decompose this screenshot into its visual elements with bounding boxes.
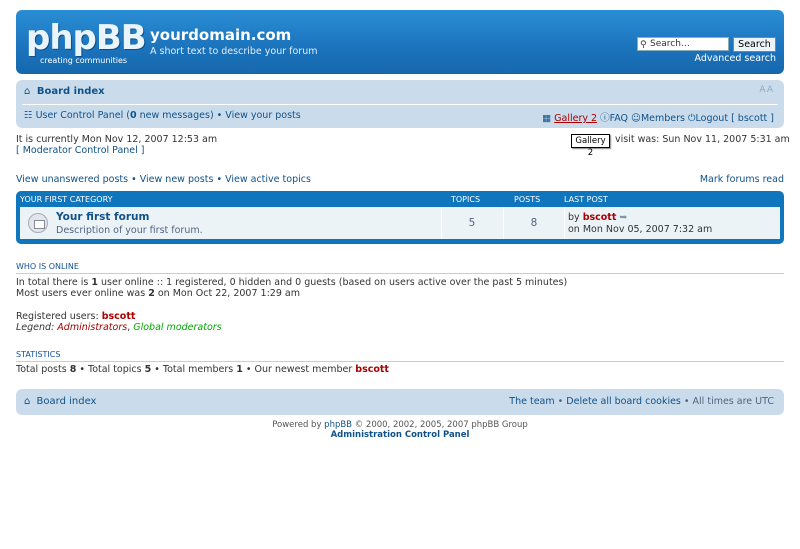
total-posts-label: Total posts (16, 364, 67, 375)
site-title: yourdomain.com (150, 26, 292, 44)
ucp-link[interactable]: User Control Panel (36, 110, 124, 121)
topics-cell: 5 (441, 207, 503, 239)
timezone-info: All times are UTC (692, 396, 774, 407)
search-placeholder: Search… (650, 39, 690, 49)
forum-category-table: Your first category Topics Posts Last po… (16, 191, 784, 244)
breadcrumb-board-index[interactable]: Board index (37, 86, 105, 97)
newest-member-link[interactable]: bscott (355, 364, 389, 375)
registered-users-line: Registered users: bscott (16, 311, 135, 322)
last-post-by-label: by (568, 212, 580, 223)
statistics-heading: Statistics (16, 350, 784, 362)
members-icon: ☺ (631, 113, 641, 124)
phpbb-logo[interactable]: phpBB creating communities (26, 18, 147, 68)
gallery-icon: ▦ (542, 113, 552, 124)
moderator-control-panel-link[interactable]: [ Moderator Control Panel ] (16, 145, 145, 156)
posts-count: 8 (530, 217, 538, 229)
faq-link[interactable]: FAQ (610, 113, 628, 124)
last-post-author-link[interactable]: bscott (583, 212, 617, 223)
registered-user-link[interactable]: bscott (102, 311, 136, 322)
current-time: It is currently Mon Nov 12, 2007 12:53 a… (16, 134, 218, 145)
logout-icon: ⏻ (688, 113, 696, 124)
online-users-line: In total there is 1 user online :: 1 reg… (16, 277, 567, 288)
the-team-link[interactable]: The team (509, 396, 554, 407)
registered-users-label: Registered users: (16, 311, 99, 322)
powered-by-label: Powered by (272, 420, 322, 430)
active-topics-link[interactable]: View active topics (225, 174, 311, 185)
new-messages-label[interactable]: new messages (140, 110, 210, 121)
home-icon: ⌂ (24, 396, 31, 407)
forum-title-link[interactable]: Your first forum (56, 211, 149, 223)
last-post-column-header: Last post (564, 195, 608, 204)
online-line1-a: In total there is (16, 277, 89, 288)
last-post-author-line: by bscott ➥ (568, 212, 627, 223)
total-topics-label: Total topics (88, 364, 142, 375)
home-icon: ⌂ (24, 86, 31, 97)
search-icon: ⚲ (640, 40, 647, 50)
view-latest-post-icon[interactable]: ➥ (619, 212, 627, 223)
total-members-value: 1 (236, 364, 243, 375)
total-topics-value: 5 (144, 364, 152, 375)
logo-subtext: creating communities (40, 56, 128, 65)
online-line1-b: user online :: 1 registered, 0 hidden an… (101, 277, 568, 288)
most-users-line: Most users ever online was 2 on Mon Oct … (16, 288, 300, 299)
legend-global-moderators[interactable]: Global moderators (133, 322, 221, 333)
powered-by-line: Powered by phpBB © 2000, 2002, 2005, 200… (0, 420, 800, 430)
view-your-posts-link[interactable]: View your posts (225, 110, 300, 121)
mark-forums-read-link[interactable]: Mark forums read (700, 174, 784, 185)
forum-read-icon (28, 213, 48, 233)
new-messages-count[interactable]: 0 (130, 110, 137, 121)
new-posts-link[interactable]: View new posts (140, 174, 214, 185)
topics-count: 5 (468, 217, 476, 229)
last-post-date: on Mon Nov 05, 2007 7:32 am (568, 224, 713, 235)
forum-description: Description of your first forum. (56, 225, 203, 236)
footer-board-index-link[interactable]: Board index (37, 396, 97, 407)
forum-row: Your first forum Description of your fir… (20, 207, 780, 239)
gallery-link[interactable]: Gallery 2 (554, 113, 597, 124)
last-visit: visit was: Sun Nov 11, 2007 5:31 am (615, 134, 790, 145)
quick-links: View unanswered posts • View new posts •… (16, 174, 311, 185)
acp-line: Administration Control Panel (0, 430, 800, 440)
online-line2-a: Most users ever online was (16, 288, 146, 299)
navbar: ⌂ Board index AA ☷ User Control Panel (0… (16, 80, 784, 128)
total-posts-value: 8 (69, 364, 77, 375)
administration-control-panel-link[interactable]: Administration Control Panel (331, 430, 470, 440)
phpbb-link[interactable]: phpBB (324, 420, 352, 430)
posts-cell: 8 (503, 207, 564, 239)
ucp-icon: ☷ (24, 110, 33, 121)
statistics-line: Total posts 8 • Total topics 5 • Total m… (16, 364, 389, 375)
legend-label: Legend: (16, 322, 55, 333)
posts-column-header: Posts (514, 195, 541, 204)
most-users-count: 2 (148, 288, 155, 299)
advanced-search-link[interactable]: Advanced search (694, 53, 776, 64)
logo-text: phpBB (26, 18, 147, 58)
navbar-divider (22, 104, 778, 105)
font-size-control[interactable]: AA (759, 85, 774, 95)
total-members-label: Total members (162, 364, 234, 375)
legend-line: Legend: Administrators, Global moderator… (16, 322, 222, 333)
search-input[interactable]: ⚲ Search… (637, 37, 729, 51)
legend-administrators[interactable]: Administrators (57, 322, 127, 333)
search-button[interactable]: Search (733, 37, 776, 52)
footer-navbar: ⌂ Board index The team • Delete all boar… (16, 389, 784, 415)
site-header: phpBB creating communities yourdomain.co… (16, 10, 784, 74)
who-is-online-heading: Who is online (16, 262, 784, 274)
category-title[interactable]: Your first category (20, 195, 113, 204)
online-line2-b: on Mon Oct 22, 2007 1:29 am (157, 288, 300, 299)
newest-member-label: Our newest member (254, 364, 353, 375)
unanswered-posts-link[interactable]: View unanswered posts (16, 174, 128, 185)
copyright-text: © 2000, 2002, 2005, 2007 phpBB Group (354, 420, 528, 430)
gallery-tooltip: Gallery 2 (571, 134, 610, 158)
delete-cookies-link[interactable]: Delete all board cookies (566, 396, 681, 407)
logout-link[interactable]: Logout [ bscott ] (696, 113, 774, 124)
faq-icon: ⓘ (600, 113, 610, 124)
members-link[interactable]: Members (641, 113, 685, 124)
site-description: A short text to describe your forum (150, 46, 318, 57)
online-count: 1 (91, 277, 98, 288)
topics-column-header: Topics (451, 195, 481, 204)
